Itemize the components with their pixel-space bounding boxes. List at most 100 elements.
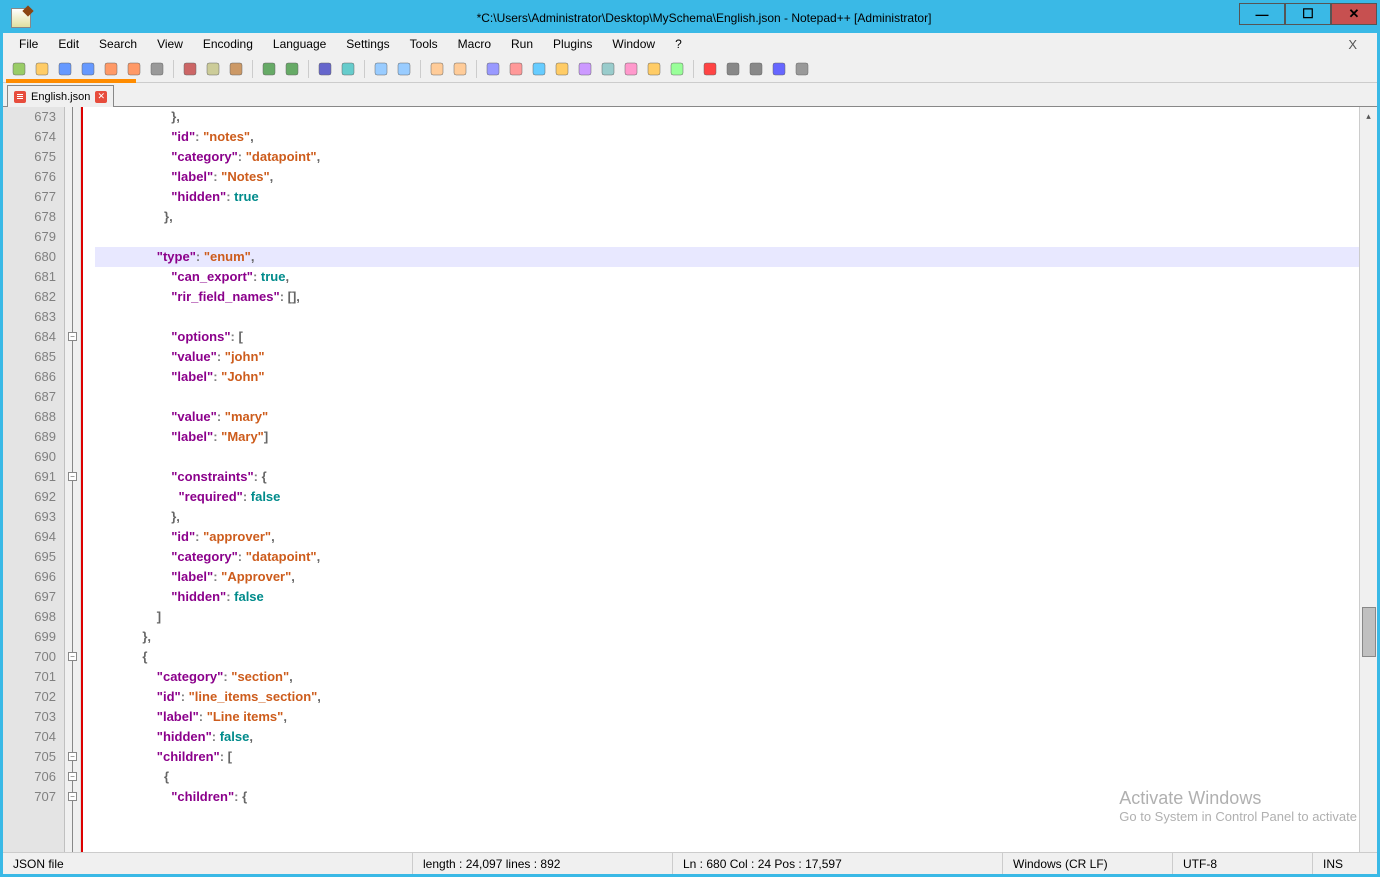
close-button[interactable]: ✕ <box>1331 3 1377 25</box>
show-all-icon[interactable] <box>506 59 526 79</box>
code-line[interactable]: }, <box>95 507 1359 527</box>
code-line[interactable]: "category": "datapoint", <box>95 147 1359 167</box>
fold-column[interactable]: − − − − − − <box>65 107 81 852</box>
record-icon[interactable] <box>700 59 720 79</box>
code-line[interactable]: "id": "approver", <box>95 527 1359 547</box>
tab-english-json[interactable]: English.json ✕ <box>7 85 114 107</box>
code-line[interactable]: "constraints": { <box>95 467 1359 487</box>
tab-close-button[interactable]: ✕ <box>95 91 107 103</box>
code-line[interactable]: "can_export": true, <box>95 267 1359 287</box>
menu-file[interactable]: File <box>9 35 48 53</box>
code-line[interactable]: "category": "section", <box>95 667 1359 687</box>
scroll-thumb[interactable] <box>1362 607 1376 657</box>
code-line[interactable]: "category": "datapoint", <box>95 547 1359 567</box>
code-line[interactable]: "value": "mary" <box>95 407 1359 427</box>
copy-icon[interactable] <box>203 59 223 79</box>
zoom-out-icon[interactable] <box>394 59 414 79</box>
doc-map-icon[interactable] <box>575 59 595 79</box>
code-line[interactable]: "label": "Mary"] <box>95 427 1359 447</box>
scroll-up-button[interactable]: ▴ <box>1360 107 1377 125</box>
code-line[interactable] <box>95 447 1359 467</box>
wordwrap-icon[interactable] <box>483 59 503 79</box>
menu-tools[interactable]: Tools <box>400 35 448 53</box>
fold-toggle[interactable]: − <box>68 332 77 341</box>
code-line[interactable]: "id": "notes", <box>95 127 1359 147</box>
fold-toggle[interactable]: − <box>68 752 77 761</box>
new-file-icon[interactable] <box>9 59 29 79</box>
open-file-icon[interactable] <box>32 59 52 79</box>
status-eol[interactable]: Windows (CR LF) <box>1003 853 1173 874</box>
code-line[interactable]: "label": "John" <box>95 367 1359 387</box>
stop-icon[interactable] <box>723 59 743 79</box>
code-line[interactable]: "hidden": false, <box>95 727 1359 747</box>
minimize-button[interactable]: — <box>1239 3 1285 25</box>
code-line[interactable]: "value": "john" <box>95 347 1359 367</box>
code-line[interactable]: "rir_field_names": [], <box>95 287 1359 307</box>
redo-icon[interactable] <box>282 59 302 79</box>
menu-run[interactable]: Run <box>501 35 543 53</box>
replace-icon[interactable] <box>338 59 358 79</box>
maximize-button[interactable]: ☐ <box>1285 3 1331 25</box>
code-line[interactable] <box>95 387 1359 407</box>
menu-encoding[interactable]: Encoding <box>193 35 263 53</box>
find-icon[interactable] <box>315 59 335 79</box>
code-line[interactable]: "hidden": false <box>95 587 1359 607</box>
code-line[interactable]: "children": { <box>95 787 1359 807</box>
cut-icon[interactable] <box>180 59 200 79</box>
menu-window[interactable]: Window <box>602 35 665 53</box>
sync-v-icon[interactable] <box>427 59 447 79</box>
close-icon[interactable] <box>101 59 121 79</box>
save-macro-icon[interactable] <box>792 59 812 79</box>
indent-guide-icon[interactable] <box>529 59 549 79</box>
zoom-in-icon[interactable] <box>371 59 391 79</box>
status-insert-mode[interactable]: INS <box>1313 853 1377 874</box>
udl-icon[interactable] <box>552 59 572 79</box>
menu-macro[interactable]: Macro <box>448 35 501 53</box>
vertical-scrollbar[interactable]: ▴ <box>1359 107 1377 852</box>
fold-toggle[interactable]: − <box>68 772 77 781</box>
menu-help[interactable]: ? <box>665 35 692 53</box>
menubar-close-doc-button[interactable]: X <box>1338 35 1367 54</box>
save-icon[interactable] <box>55 59 75 79</box>
code-line[interactable]: }, <box>95 627 1359 647</box>
code-line[interactable]: "label": "Line items", <box>95 707 1359 727</box>
func-list-icon[interactable] <box>621 59 641 79</box>
code-line[interactable]: "children": [ <box>95 747 1359 767</box>
code-line[interactable]: "options": [ <box>95 327 1359 347</box>
fold-toggle[interactable]: − <box>68 792 77 801</box>
code-line[interactable]: "hidden": true <box>95 187 1359 207</box>
code-line[interactable]: "id": "line_items_section", <box>95 687 1359 707</box>
menu-language[interactable]: Language <box>263 35 336 53</box>
code-line[interactable]: }, <box>95 207 1359 227</box>
fold-toggle[interactable]: − <box>68 652 77 661</box>
folder-icon[interactable] <box>644 59 664 79</box>
close-all-icon[interactable] <box>124 59 144 79</box>
code-line[interactable]: { <box>95 647 1359 667</box>
menu-search[interactable]: Search <box>89 35 147 53</box>
play-multi-icon[interactable] <box>769 59 789 79</box>
code-line[interactable]: "label": "Approver", <box>95 567 1359 587</box>
save-all-icon[interactable] <box>78 59 98 79</box>
code-line[interactable]: { <box>95 767 1359 787</box>
code-line[interactable]: ] <box>95 607 1359 627</box>
code-line[interactable] <box>95 227 1359 247</box>
titlebar[interactable]: *C:\Users\Administrator\Desktop\MySchema… <box>3 3 1377 33</box>
print-icon[interactable] <box>147 59 167 79</box>
play-icon[interactable] <box>746 59 766 79</box>
monitor-icon[interactable] <box>667 59 687 79</box>
code-line[interactable]: "type": "enum", <box>95 247 1359 267</box>
code-line[interactable]: "required": false <box>95 487 1359 507</box>
doc-list-icon[interactable] <box>598 59 618 79</box>
code-line[interactable] <box>95 307 1359 327</box>
line-number-gutter[interactable]: 6736746756766776786796806816826836846856… <box>3 107 65 852</box>
sync-h-icon[interactable] <box>450 59 470 79</box>
paste-icon[interactable] <box>226 59 246 79</box>
code-line[interactable]: }, <box>95 107 1359 127</box>
code-line[interactable]: "label": "Notes", <box>95 167 1359 187</box>
undo-icon[interactable] <box>259 59 279 79</box>
menu-settings[interactable]: Settings <box>336 35 399 53</box>
menu-edit[interactable]: Edit <box>48 35 89 53</box>
code-editor[interactable]: }, "id": "notes", "category": "datapoint… <box>95 107 1359 852</box>
menu-view[interactable]: View <box>147 35 193 53</box>
fold-toggle[interactable]: − <box>68 472 77 481</box>
